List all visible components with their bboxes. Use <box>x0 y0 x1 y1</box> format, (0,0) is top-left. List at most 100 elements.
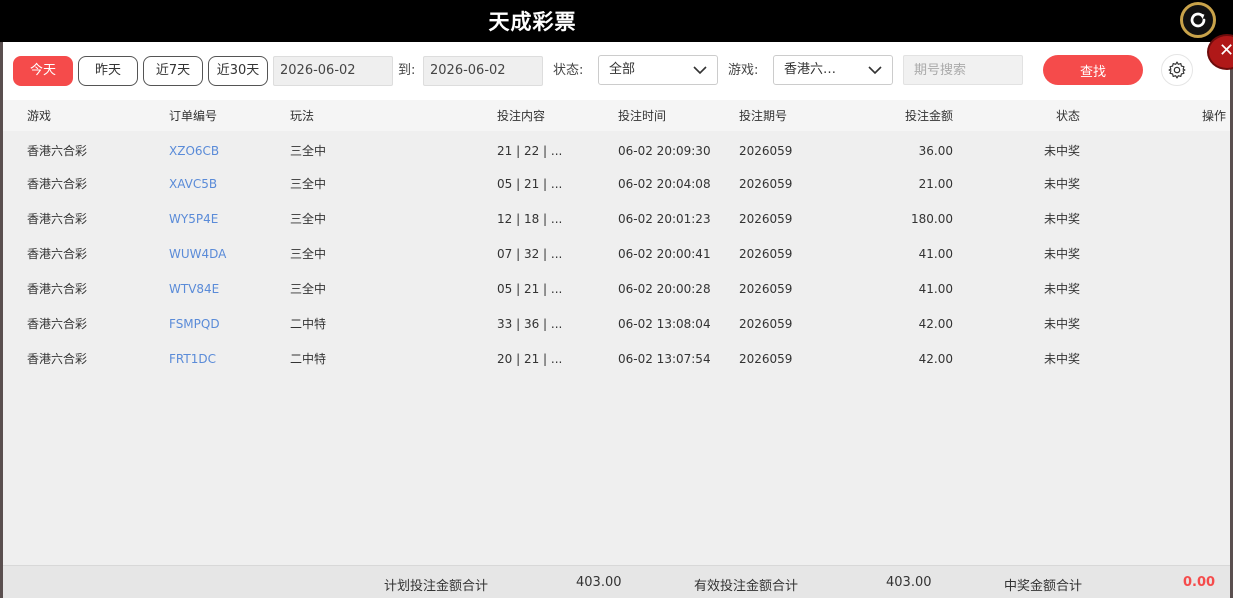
col-header-amount: 投注金额 <box>836 100 961 131</box>
game-label: 游戏: <box>728 63 759 78</box>
planned-total-value: 403.00 <box>576 575 622 590</box>
cell-bet-time: 06-02 20:01:23 <box>618 211 711 226</box>
cell-play-type: 二中特 <box>290 317 327 331</box>
cell-order-id[interactable]: WUW4DA <box>145 236 266 271</box>
cell-issue: 2026059 <box>739 143 793 158</box>
cell-game: 香港六合彩 <box>27 247 88 261</box>
cell-amount: 180.00 <box>911 211 953 226</box>
effective-total-label: 有效投注金额合计 <box>694 579 799 594</box>
cell-bet-content: 05 | 21 | ... <box>497 176 563 191</box>
cell-status: 未中奖 <box>1043 212 1080 226</box>
cell-amount: 42.00 <box>918 351 953 366</box>
table-row[interactable]: 香港六合彩 WTV84E 三全中 05 | 21 | ... 06-02 20:… <box>3 271 1230 306</box>
bet-records-panel: 今天 昨天 近7天 近30天 2026-06-02 到: 2026-06-02 … <box>3 42 1230 598</box>
game-select[interactable]: 香港六… <box>773 55 893 85</box>
cell-amount: 21.00 <box>918 176 953 191</box>
gear-icon <box>1168 61 1186 79</box>
cell-issue: 2026059 <box>739 351 793 366</box>
cell-order-id[interactable]: XAVC5B <box>145 166 266 201</box>
cell-action[interactable] <box>1086 131 1230 166</box>
cell-status: 未中奖 <box>1043 247 1080 261</box>
cell-play-type: 三全中 <box>290 144 327 158</box>
cell-order-id[interactable]: FRT1DC <box>145 341 266 376</box>
cell-game: 香港六合彩 <box>27 352 88 366</box>
cell-bet-time: 06-02 20:04:08 <box>618 176 711 191</box>
cell-status: 未中奖 <box>1043 352 1080 366</box>
cell-game: 香港六合彩 <box>27 177 88 191</box>
cell-amount: 41.00 <box>918 281 953 296</box>
col-header-bet-content: 投注内容 <box>473 100 594 131</box>
settings-button[interactable] <box>1161 54 1193 86</box>
date-to-input[interactable]: 2026-06-02 <box>423 56 543 86</box>
cell-game: 香港六合彩 <box>27 144 88 158</box>
col-header-play-type: 玩法 <box>266 100 473 131</box>
refresh-icon <box>1190 12 1206 28</box>
cell-order-id[interactable]: XZO6CB <box>145 131 266 166</box>
issue-search-input[interactable] <box>903 55 1023 85</box>
cell-game: 香港六合彩 <box>27 282 88 296</box>
totals-footer: 计划投注金额合计 403.00 有效投注金额合计 403.00 中奖金额合计 0… <box>3 565 1230 598</box>
date-from-input[interactable]: 2026-06-02 <box>273 56 393 86</box>
cell-bet-content: 12 | 18 | ... <box>497 211 563 226</box>
effective-total-value: 403.00 <box>886 575 932 590</box>
cell-status: 未中奖 <box>1043 144 1080 158</box>
status-select-value: 全部 <box>609 62 636 77</box>
cell-game: 香港六合彩 <box>27 317 88 331</box>
table-row[interactable]: 香港六合彩 XAVC5B 三全中 05 | 21 | ... 06-02 20:… <box>3 166 1230 201</box>
col-header-order-id: 订单编号 <box>145 100 266 131</box>
cell-issue: 2026059 <box>739 246 793 261</box>
date-to-label: 到: <box>398 63 416 78</box>
range-30days-button[interactable]: 近30天 <box>208 56 268 86</box>
win-total-label: 中奖金额合计 <box>1004 579 1083 594</box>
cell-issue: 2026059 <box>739 316 793 331</box>
cell-action[interactable] <box>1086 271 1230 306</box>
close-icon: ✕ <box>1219 40 1233 61</box>
table-row[interactable]: 香港六合彩 WY5P4E 三全中 12 | 18 | ... 06-02 20:… <box>3 201 1230 236</box>
range-7days-button[interactable]: 近7天 <box>143 56 203 86</box>
cell-action[interactable] <box>1086 236 1230 271</box>
refresh-button[interactable] <box>1180 2 1216 38</box>
app-title: 天成彩票 <box>488 10 577 34</box>
win-total-value: 0.00 <box>1183 575 1216 590</box>
top-bar: 天成彩票 <box>0 0 1233 42</box>
cell-play-type: 三全中 <box>290 212 327 226</box>
cell-status: 未中奖 <box>1043 282 1080 296</box>
cell-issue: 2026059 <box>739 281 793 296</box>
col-header-issue: 投注期号 <box>715 100 836 131</box>
table-row[interactable]: 香港六合彩 XZO6CB 三全中 21 | 22 | ... 06-02 20:… <box>3 131 1230 166</box>
cell-bet-content: 20 | 21 | ... <box>497 351 563 366</box>
cell-status: 未中奖 <box>1043 177 1080 191</box>
range-yesterday-button[interactable]: 昨天 <box>78 56 138 86</box>
table-row[interactable]: 香港六合彩 WUW4DA 三全中 07 | 32 | ... 06-02 20:… <box>3 236 1230 271</box>
cell-amount: 36.00 <box>918 143 953 158</box>
cell-bet-time: 06-02 13:07:54 <box>618 351 711 366</box>
cell-amount: 42.00 <box>918 316 953 331</box>
search-button[interactable]: 查找 <box>1043 55 1143 85</box>
cell-bet-content: 05 | 21 | ... <box>497 281 563 296</box>
status-select[interactable]: 全部 <box>598 55 718 85</box>
table-row[interactable]: 香港六合彩 FSMPQD 二中特 33 | 36 | ... 06-02 13:… <box>3 306 1230 341</box>
cell-action[interactable] <box>1086 341 1230 376</box>
col-header-game: 游戏 <box>3 100 145 131</box>
cell-order-id[interactable]: WTV84E <box>145 271 266 306</box>
cell-bet-time: 06-02 20:00:28 <box>618 281 711 296</box>
cell-action[interactable] <box>1086 306 1230 341</box>
status-label: 状态: <box>553 63 584 78</box>
cell-action[interactable] <box>1086 201 1230 236</box>
table-header-row: 游戏 订单编号 玩法 投注内容 投注时间 投注期号 投注金额 状态 操作 <box>3 100 1230 131</box>
col-header-bet-time: 投注时间 <box>594 100 715 131</box>
cell-play-type: 三全中 <box>290 282 327 296</box>
cell-bet-content: 07 | 32 | ... <box>497 246 563 261</box>
cell-amount: 41.00 <box>918 246 953 261</box>
table-row[interactable]: 香港六合彩 FRT1DC 二中特 20 | 21 | ... 06-02 13:… <box>3 341 1230 376</box>
cell-action[interactable] <box>1086 166 1230 201</box>
game-select-value: 香港六… <box>784 62 837 77</box>
bet-records-table: 游戏 订单编号 玩法 投注内容 投注时间 投注期号 投注金额 状态 操作 香港六… <box>3 100 1230 376</box>
cell-order-id[interactable]: FSMPQD <box>145 306 266 341</box>
cell-play-type: 二中特 <box>290 352 327 366</box>
cell-bet-time: 06-02 20:09:30 <box>618 143 711 158</box>
range-today-button[interactable]: 今天 <box>13 56 73 86</box>
col-header-action: 操作 <box>1086 100 1230 131</box>
chevron-down-icon <box>868 66 882 75</box>
cell-order-id[interactable]: WY5P4E <box>145 201 266 236</box>
